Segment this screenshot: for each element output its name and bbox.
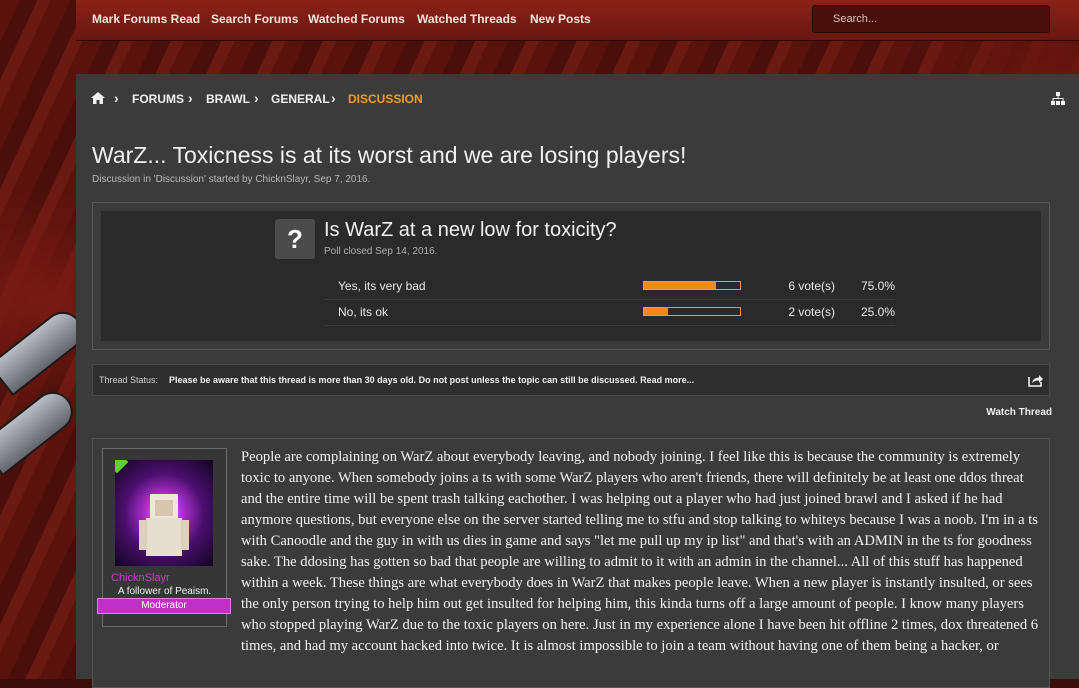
poll-vote-count: 6 vote(s) [788, 279, 835, 293]
poll-container: ? Is WarZ at a new low for toxicity? Pol… [92, 202, 1050, 350]
poll-result-fill [644, 308, 668, 315]
nav-mark-forums-read[interactable]: Mark Forums Read [92, 12, 200, 26]
search-input[interactable] [812, 5, 1050, 33]
nav-watched-forums[interactable]: Watched Forums [308, 12, 405, 26]
post-message: ChicknSlayr A follower of Peaism. Modera… [92, 438, 1050, 688]
poll-option: No, its ok 2 vote(s) 25.0% [324, 299, 895, 326]
poll-option-label: Yes, its very bad [338, 279, 426, 293]
poll-result-bar [643, 281, 741, 290]
breadcrumb-general[interactable]: GENERAL [271, 92, 330, 106]
chevron-right-icon: › [188, 90, 193, 106]
chevron-right-icon: › [254, 90, 259, 106]
avatar-figure-arm [139, 520, 147, 550]
watch-thread-link[interactable]: Watch Thread [986, 407, 1052, 418]
chevron-right-icon: › [114, 90, 119, 106]
share-icon[interactable] [1028, 373, 1043, 387]
poll-result-fill [644, 282, 716, 289]
avatar-figure-face [155, 500, 173, 516]
online-indicator [115, 460, 129, 474]
nav-search-forums[interactable]: Search Forums [211, 12, 298, 26]
poll-option: Yes, its very bad 6 vote(s) 75.0% [324, 273, 895, 300]
nav-watched-threads[interactable]: Watched Threads [417, 12, 517, 26]
poll-result-bar [643, 307, 741, 316]
main-panel: › FORUMS › BRAWL › GENERAL › DISCUSSION … [76, 74, 1079, 688]
user-info-box: ChicknSlayr A follower of Peaism. Modera… [97, 448, 231, 627]
poll-percent: 75.0% [860, 279, 895, 293]
chevron-right-icon: › [331, 90, 336, 106]
home-icon[interactable] [91, 92, 105, 104]
avatar-figure-arm [181, 520, 189, 550]
avatar-figure-body [146, 518, 182, 556]
poll-box: ? Is WarZ at a new low for toxicity? Pol… [101, 211, 1041, 341]
thread-meta: Discussion in 'Discussion' started by Ch… [92, 174, 371, 185]
poll-status: Poll closed Sep 14, 2016. [324, 246, 438, 257]
role-badge: Moderator [97, 598, 231, 614]
thread-status-label: Thread Status: [99, 375, 159, 385]
page-title: WarZ... Toxicness is at its worst and we… [92, 142, 687, 168]
sword-blade-decoration [0, 383, 81, 477]
sitemap-icon[interactable] [1051, 92, 1065, 105]
poll-percent: 25.0% [860, 305, 895, 319]
post-body: People are complaining on WarZ about eve… [241, 449, 1039, 654]
breadcrumb-forums[interactable]: FORUMS [132, 92, 184, 106]
top-navigation: Mark Forums Read Search Forums Watched F… [76, 0, 1079, 41]
avatar[interactable] [115, 460, 213, 566]
poll-question: Is WarZ at a new low for toxicity? [324, 219, 617, 241]
post-username[interactable]: ChicknSlayr [111, 572, 170, 584]
breadcrumb-brawl[interactable]: BRAWL [206, 92, 250, 106]
poll-vote-count: 2 vote(s) [788, 305, 835, 319]
nav-new-posts[interactable]: New Posts [530, 12, 591, 26]
user-title: A follower of Peaism. [117, 586, 212, 597]
poll-option-label: No, its ok [338, 305, 389, 319]
breadcrumb-discussion[interactable]: DISCUSSION [348, 92, 423, 106]
breadcrumb: › FORUMS › BRAWL › GENERAL › DISCUSSION [76, 74, 1079, 124]
thread-status-bar: Thread Status: Please be aware that this… [92, 364, 1050, 396]
thread-status-text[interactable]: Please be aware that this thread is more… [169, 375, 694, 385]
question-mark-icon: ? [275, 219, 315, 259]
